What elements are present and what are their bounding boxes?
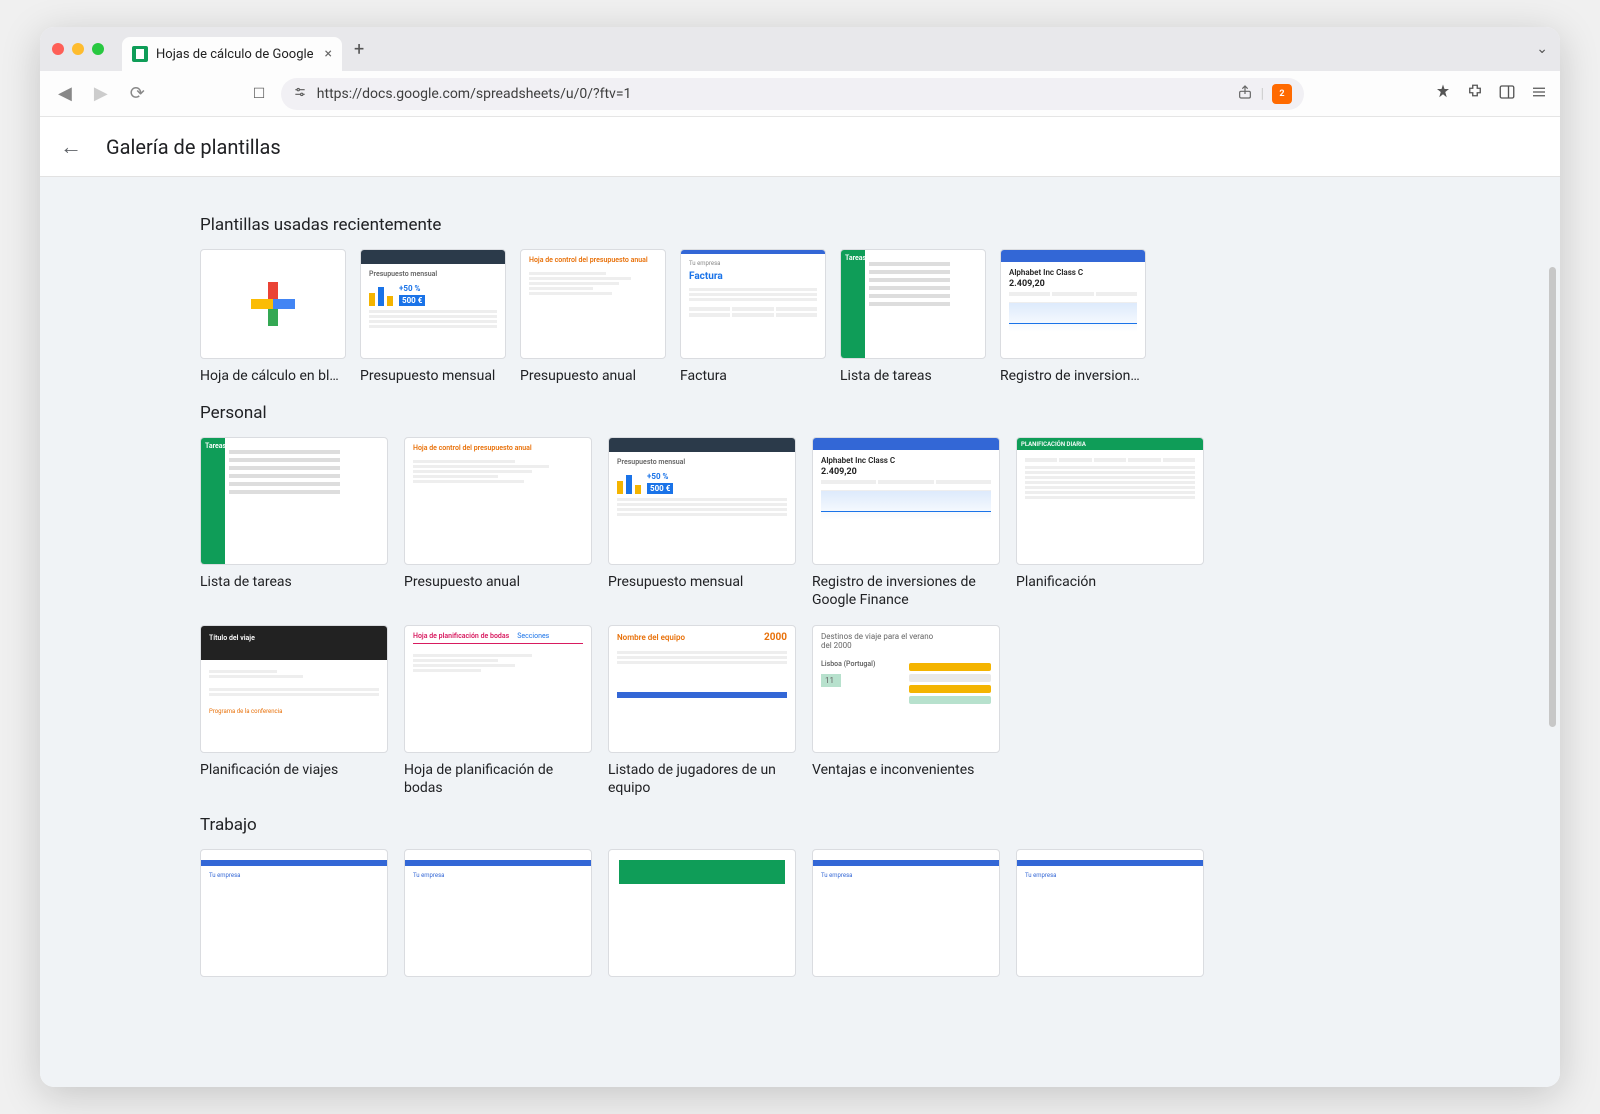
section-title: Personal [200,403,1400,423]
address-bar: ◀ ▶ ⟳ ☐ https://docs.google.com/spreadsh… [40,71,1560,117]
window-close[interactable] [52,43,64,55]
nav-forward-button: ▶ [88,79,114,108]
sheets-favicon [132,46,148,62]
window-maximize[interactable] [92,43,104,55]
template-card[interactable]: PLANIFICACIÓN DIARIA Planificación [1016,437,1204,609]
reload-button[interactable]: ⟳ [124,79,151,108]
close-icon[interactable]: × [325,46,332,62]
bookmark-icon[interactable]: ☐ [253,86,266,102]
template-label: Listado de jugadores de un equipo [608,761,796,797]
template-card[interactable]: Destinos de viaje para el verano del 200… [812,625,1000,797]
template-label: Presupuesto mensual [360,367,506,385]
tab-title: Hojas de cálculo de Google [156,47,314,62]
tab-strip: Hojas de cálculo de Google × + ⌄ [40,27,1560,71]
template-grid: Tu empresa Tu empresa Tu empresa Tu empr… [200,849,1400,985]
template-label: Lista de tareas [200,573,388,591]
browser-tab[interactable]: Hojas de cálculo de Google × [122,37,342,71]
browser-window: Hojas de cálculo de Google × + ⌄ ◀ ▶ ⟳ ☐… [40,27,1560,1087]
template-thumbnail: Tu empresa Factura [680,249,826,359]
template-thumbnail: Alphabet Inc Class C 2.409,20 [812,437,1000,565]
template-thumbnail: Presupuesto mensual +50 % 500 € [360,249,506,359]
template-grid: Hoja de cálculo en bla... Presupuesto me… [200,249,1400,385]
toolbar-right [1434,83,1548,105]
template-card[interactable]: Tareas Lista de tareas [200,437,388,609]
template-label: Presupuesto anual [520,367,666,385]
page-header: ← Galería de plantillas [40,117,1560,177]
brave-shield-icon[interactable]: 2 [1272,84,1292,104]
template-label: Presupuesto mensual [608,573,796,591]
template-thumbnail: Hoja de control del presupuesto anual [520,249,666,359]
template-thumbnail: Tu empresa [812,849,1000,977]
back-arrow-button[interactable]: ← [60,134,82,160]
template-card[interactable]: Tu empresa [200,849,388,985]
url-text: https://docs.google.com/spreadsheets/u/0… [317,86,632,102]
template-card[interactable]: Tu empresa [404,849,592,985]
template-label: Planificación de viajes [200,761,388,779]
template-thumbnail: Destinos de viaje para el verano del 200… [812,625,1000,753]
template-label: Lista de tareas [840,367,986,385]
section-title: Trabajo [200,815,1400,835]
page-content: ← Galería de plantillas Plantillas usada… [40,117,1560,1087]
template-thumbnail: Hoja de planificación de bodas Secciones [404,625,592,753]
window-minimize[interactable] [72,43,84,55]
url-field[interactable]: ☐ https://docs.google.com/spreadsheets/u… [281,78,1304,110]
template-card[interactable]: Alphabet Inc Class C 2.409,20 Registro d… [812,437,1000,609]
template-card[interactable]: Tareas Lista de tareas [840,249,986,385]
traffic-lights [52,43,104,55]
template-thumbnail: Tareas [840,249,986,359]
template-grid: Tareas Lista de tareas Hoja de control d… [200,437,1400,797]
extensions-icon[interactable] [1466,83,1484,105]
template-card[interactable]: Tu empresa Factura Factura [680,249,826,385]
template-thumbnail: PLANIFICACIÓN DIARIA [1016,437,1204,565]
template-card[interactable]: Alphabet Inc Class C 2.409,20 Registro d… [1000,249,1146,385]
plus-icon [251,282,295,326]
template-card[interactable]: Hoja de control del presupuesto anual Pr… [520,249,666,385]
site-settings-icon[interactable] [293,85,307,103]
template-gallery: Plantillas usadas recientemente Hoja de … [40,177,1560,1025]
scrollbar-thumb[interactable] [1549,267,1556,727]
template-card[interactable]: Presupuesto mensual +50 % 500 € Presupue… [608,437,796,609]
template-thumbnail: Tu empresa [1016,849,1204,977]
section-title: Plantillas usadas recientemente [200,215,1400,235]
template-card[interactable]: Presupuesto mensual +50 % 500 € Presupue… [360,249,506,385]
template-thumbnail: Tareas [200,437,388,565]
new-tab-button[interactable]: + [354,39,364,60]
sidepanel-icon[interactable] [1498,83,1516,105]
template-card[interactable]: Hoja de cálculo en bla... [200,249,346,385]
template-thumbnail: Hoja de control del presupuesto anual [404,437,592,565]
shield-badge: 2 [1279,89,1284,99]
template-label: Ventajas e inconvenientes [812,761,1000,779]
rewards-icon[interactable] [1434,83,1452,105]
page-title: Galería de plantillas [106,135,281,159]
template-card[interactable] [608,849,796,985]
template-label: Hoja de cálculo en bla... [200,367,346,385]
template-label: Registro de inversiones de Google Financ… [812,573,1000,609]
template-card[interactable]: Hoja de control del presupuesto anual Pr… [404,437,592,609]
template-card[interactable]: Nombre del equipo 2000 Listado de jugado… [608,625,796,797]
template-card[interactable]: Título del viaje Programa de la conferen… [200,625,388,797]
nav-back-button[interactable]: ◀ [52,79,78,108]
menu-icon[interactable] [1530,83,1548,105]
template-label: Planificación [1016,573,1204,591]
template-card[interactable]: Hoja de planificación de bodas Secciones… [404,625,592,797]
template-label: Registro de inversione... [1000,367,1146,385]
template-thumbnail: Alphabet Inc Class C 2.409,20 [1000,249,1146,359]
chevron-down-icon[interactable]: ⌄ [1536,41,1548,57]
template-card[interactable]: Tu empresa [1016,849,1204,985]
template-label: Hoja de planificación de bodas [404,761,592,797]
template-card[interactable]: Tu empresa [812,849,1000,985]
template-label: Presupuesto anual [404,573,592,591]
template-thumbnail: Tu empresa [404,849,592,977]
template-thumbnail: Título del viaje Programa de la conferen… [200,625,388,753]
template-label: Factura [680,367,826,385]
template-thumbnail [608,849,796,977]
template-thumbnail: Nombre del equipo 2000 [608,625,796,753]
share-icon[interactable] [1237,84,1253,104]
template-thumbnail: Presupuesto mensual +50 % 500 € [608,437,796,565]
template-thumbnail: Tu empresa [200,849,388,977]
template-thumbnail [200,249,346,359]
